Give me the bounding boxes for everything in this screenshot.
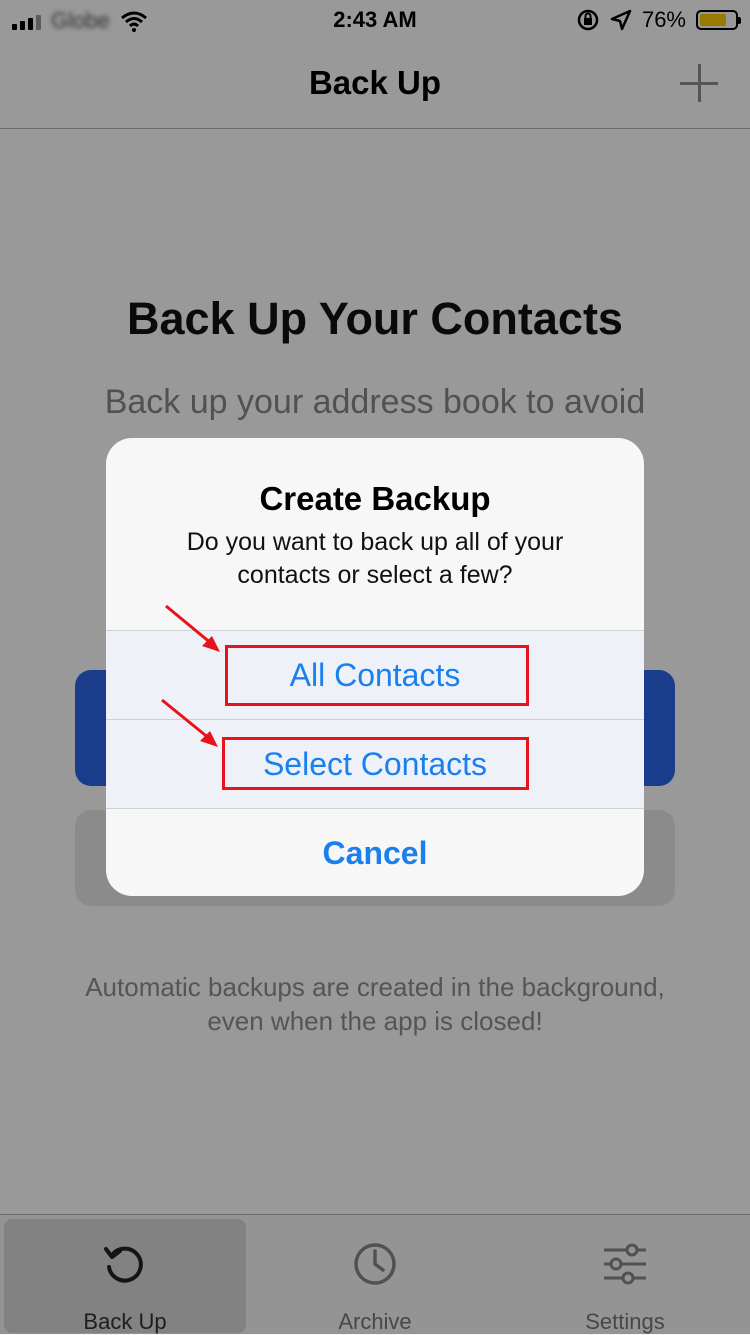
- screen: Globe 2:43 AM 76% Back Up Back Up Your C…: [0, 0, 750, 1335]
- red-arrow-icon: [165, 604, 220, 652]
- highlight-box-all-contacts: [225, 645, 529, 706]
- alert-message: Do you want to back up all of your conta…: [186, 528, 564, 589]
- highlight-box-select-contacts: [222, 737, 529, 790]
- red-arrow-icon: [161, 698, 218, 747]
- cancel-button[interactable]: Cancel: [106, 808, 644, 896]
- alert-title: Create Backup: [259, 480, 491, 517]
